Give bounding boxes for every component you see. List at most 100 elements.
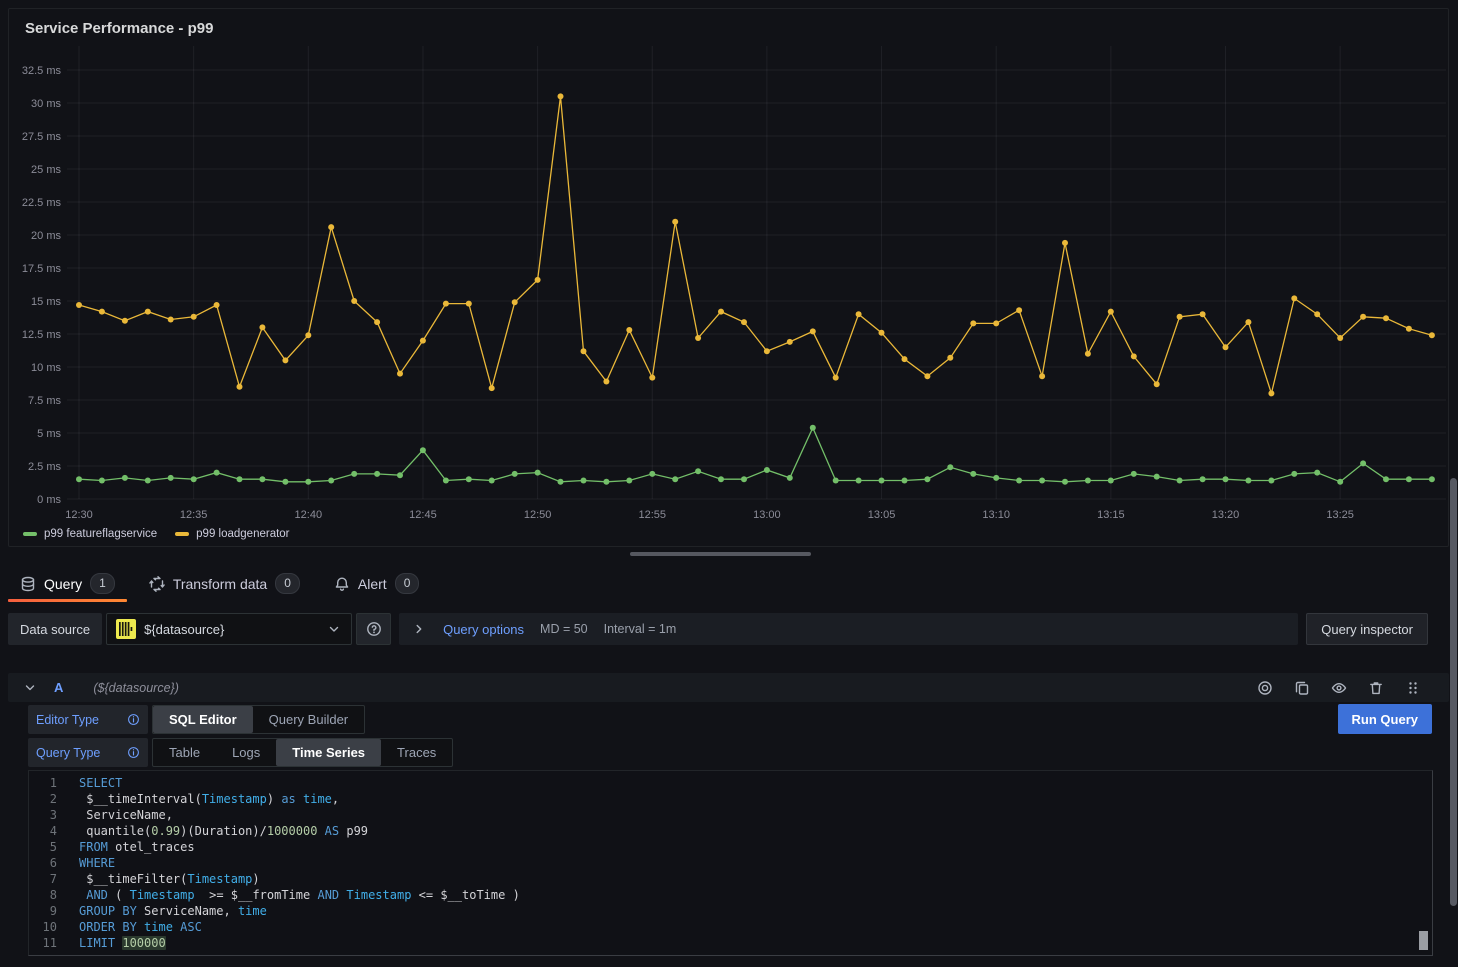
editor-type-label: Editor Type: [28, 705, 148, 734]
query-row-header[interactable]: A (${datasource}): [8, 673, 1449, 702]
svg-text:12.5 ms: 12.5 ms: [22, 329, 62, 341]
code-text: GROUP BY ServiceName, time: [79, 903, 267, 919]
remove-query-trash-icon[interactable]: [1368, 680, 1384, 696]
info-circle-icon[interactable]: [127, 746, 140, 759]
sql-code-editor[interactable]: 1SELECT2 $__timeInterval(Timestamp) as t…: [28, 770, 1433, 956]
svg-text:22.5 ms: 22.5 ms: [22, 197, 62, 209]
query-type-option-logs[interactable]: Logs: [216, 739, 276, 766]
svg-text:12:45: 12:45: [409, 509, 437, 521]
query-options-link[interactable]: Query options: [443, 622, 524, 637]
query-type-option-traces[interactable]: Traces: [381, 739, 452, 766]
code-text: LIMIT 100000: [79, 935, 166, 951]
query-options-bar[interactable]: Query options MD = 50 Interval = 1m: [399, 613, 1298, 645]
legend-label: p99 loadgenerator: [196, 528, 289, 540]
query-datasource-hint: (${datasource}): [93, 681, 178, 695]
query-type-option-table[interactable]: Table: [153, 739, 216, 766]
drag-handle-icon[interactable]: [1405, 680, 1421, 696]
code-line[interactable]: 11 LIMIT 100000: [29, 935, 1432, 951]
code-text: SELECT: [79, 775, 122, 791]
line-number: 3: [29, 807, 57, 823]
code-line[interactable]: 4 quantile(0.99)(Duration)/1000000 AS p9…: [29, 823, 1432, 839]
duplicate-query-icon[interactable]: [1294, 680, 1310, 696]
code-line[interactable]: 3 ServiceName,: [29, 807, 1432, 823]
hide-response-eye-icon[interactable]: [1331, 680, 1347, 696]
svg-text:25 ms: 25 ms: [31, 164, 61, 176]
editor-cursor-block: [1419, 931, 1428, 950]
line-number: 11: [29, 935, 57, 951]
datasource-label: Data source: [8, 613, 102, 645]
query-type-option-time-series[interactable]: Time Series: [276, 739, 381, 766]
collapse-chevron-down-icon[interactable]: [22, 680, 38, 696]
question-circle-icon: [366, 621, 382, 637]
code-line[interactable]: 2 $__timeInterval(Timestamp) as time,: [29, 791, 1432, 807]
bell-icon: [334, 576, 350, 592]
timeseries-chart[interactable]: 0 ms2.5 ms5 ms7.5 ms10 ms12.5 ms15 ms17.…: [9, 9, 1446, 544]
svg-text:13:15: 13:15: [1097, 509, 1125, 521]
chart-legend: p99 featureflagservice p99 loadgenerator: [23, 528, 290, 540]
database-icon: [20, 576, 36, 592]
tab-query[interactable]: Query 1: [8, 565, 127, 602]
svg-text:12:30: 12:30: [65, 509, 93, 521]
chevron-down-icon: [326, 621, 342, 637]
transform-icon: [149, 576, 165, 592]
tab-transform-count-badge: 0: [275, 573, 300, 594]
svg-text:27.5 ms: 27.5 ms: [22, 131, 62, 143]
chevron-right-icon: [411, 621, 427, 637]
code-line[interactable]: 5FROM otel_traces: [29, 839, 1432, 855]
line-number: 2: [29, 791, 57, 807]
code-line[interactable]: 7 $__timeFilter(Timestamp): [29, 871, 1432, 887]
svg-text:12:55: 12:55: [638, 509, 666, 521]
tab-query-label: Query: [44, 576, 82, 592]
info-circle-icon[interactable]: [127, 713, 140, 726]
page-scrollbar-thumb[interactable]: [1450, 478, 1457, 906]
query-ref-id: A: [54, 680, 63, 695]
code-text: quantile(0.99)(Duration)/1000000 AS p99: [79, 823, 368, 839]
query-inspector-button[interactable]: Query inspector: [1306, 613, 1428, 645]
query-options-md: MD = 50: [540, 622, 588, 636]
line-number: 8: [29, 887, 57, 903]
line-number: 5: [29, 839, 57, 855]
legend-item[interactable]: p99 loadgenerator: [175, 528, 289, 540]
code-line[interactable]: 9GROUP BY ServiceName, time: [29, 903, 1432, 919]
line-number: 1: [29, 775, 57, 791]
query-row-actions: [1257, 680, 1421, 696]
legend-swatch: [175, 532, 189, 536]
tab-alert[interactable]: Alert 0: [322, 565, 431, 602]
svg-text:10 ms: 10 ms: [31, 362, 61, 374]
legend-item[interactable]: p99 featureflagservice: [23, 528, 157, 540]
code-text: WHERE: [79, 855, 115, 871]
editor-type-row: Editor Type SQL EditorQuery Builder: [28, 705, 365, 734]
run-query-button[interactable]: Run Query: [1338, 704, 1432, 734]
grafana-panel-edit-page: Service Performance - p99 0 ms2.5 ms5 ms…: [0, 0, 1458, 967]
svg-text:12:40: 12:40: [295, 509, 323, 521]
code-line[interactable]: 8 AND ( Timestamp >= $__fromTime AND Tim…: [29, 887, 1432, 903]
tab-alert-label: Alert: [358, 576, 387, 592]
editor-type-option-sql-editor[interactable]: SQL Editor: [153, 706, 253, 733]
code-text: $__timeInterval(Timestamp) as time,: [79, 791, 339, 807]
svg-text:13:05: 13:05: [868, 509, 896, 521]
svg-text:12:35: 12:35: [180, 509, 208, 521]
query-type-radio-group: TableLogsTime SeriesTraces: [152, 738, 453, 767]
tab-transform-data[interactable]: Transform data 0: [137, 565, 312, 602]
svg-text:12:50: 12:50: [524, 509, 552, 521]
legend-label: p99 featureflagservice: [44, 528, 157, 540]
svg-text:17.5 ms: 17.5 ms: [22, 263, 62, 275]
code-text: AND ( Timestamp >= $__fromTime AND Times…: [79, 887, 520, 903]
editor-type-radio-group: SQL EditorQuery Builder: [152, 705, 365, 734]
editor-type-option-query-builder[interactable]: Query Builder: [253, 706, 364, 733]
disable-query-icon[interactable]: [1257, 680, 1273, 696]
query-toolbar: Data source ${datasource}: [8, 613, 1428, 645]
svg-text:13:20: 13:20: [1212, 509, 1240, 521]
legend-swatch: [23, 532, 37, 536]
line-number: 10: [29, 919, 57, 935]
pane-resize-handle[interactable]: [630, 552, 811, 556]
code-line[interactable]: 6WHERE: [29, 855, 1432, 871]
code-line[interactable]: 10 ORDER BY time ASC: [29, 919, 1432, 935]
datasource-picker[interactable]: ${datasource}: [106, 613, 352, 645]
clickhouse-logo-icon: [116, 619, 136, 639]
datasource-help-button[interactable]: [356, 613, 391, 645]
code-text: ORDER BY time ASC: [79, 919, 202, 935]
editor-tabs: Query 1 Transform data 0 Alert 0: [8, 565, 431, 602]
svg-text:13:00: 13:00: [753, 509, 781, 521]
code-line[interactable]: 1 SELECT: [29, 775, 1432, 791]
